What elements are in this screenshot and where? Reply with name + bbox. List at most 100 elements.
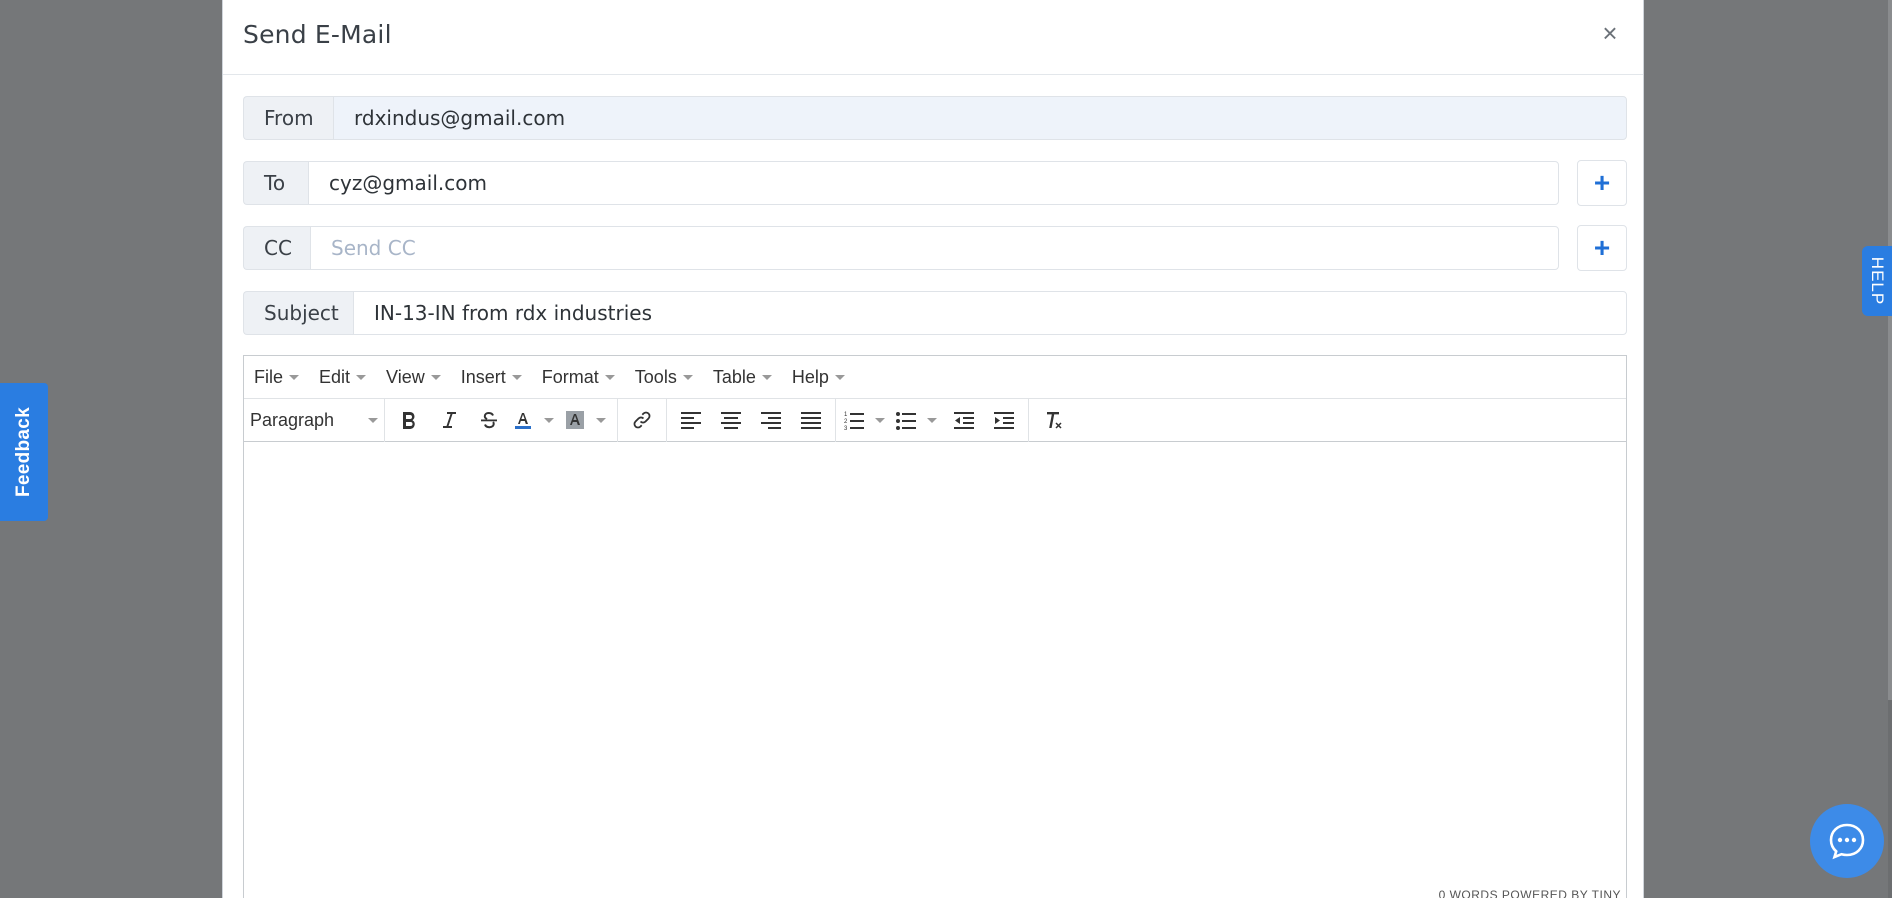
numbered-list-button[interactable]: 123	[843, 403, 889, 437]
scrollbar-thumb[interactable]	[1888, 0, 1892, 700]
text-color-icon	[515, 413, 531, 429]
subject-input[interactable]	[353, 291, 1627, 335]
editor-menubar: File Edit View Insert Format Tools Table…	[244, 356, 1626, 399]
modal-header: Send E-Mail ×	[223, 0, 1643, 75]
editor-toolbar: Paragraph 1 2 3	[244, 398, 1626, 442]
insert-link-button[interactable]	[625, 403, 659, 437]
from-label: From	[243, 96, 333, 140]
chevron-down-icon	[875, 417, 885, 423]
to-input[interactable]	[308, 161, 1559, 205]
menu-edit-label: Edit	[319, 366, 351, 387]
align-right-icon	[761, 412, 781, 429]
to-label: To	[243, 161, 308, 205]
list-group: 123	[836, 398, 1029, 442]
page-scrollbar[interactable]	[1888, 0, 1892, 898]
chat-bubble-icon	[1829, 823, 1865, 860]
clear-formatting-icon	[1047, 412, 1062, 429]
cc-row: CC	[243, 226, 1559, 270]
to-row: To	[243, 161, 1559, 205]
align-group	[667, 398, 836, 442]
chevron-down-icon	[289, 374, 300, 380]
cc-input[interactable]	[310, 226, 1559, 270]
editor-content-area[interactable]	[244, 442, 1626, 898]
chevron-down-icon	[682, 374, 693, 380]
strikethrough-button[interactable]	[472, 403, 506, 437]
align-right-button[interactable]	[754, 403, 788, 437]
from-row: From rdxindus@gmail.com	[243, 96, 1627, 140]
menu-insert-label: Insert	[460, 366, 506, 387]
menu-view[interactable]: View	[384, 365, 443, 390]
format-group: Paragraph	[244, 398, 385, 442]
menu-format[interactable]: Format	[540, 365, 617, 390]
rich-text-editor: File Edit View Insert Format Tools Table…	[243, 355, 1627, 898]
bold-button[interactable]	[392, 403, 426, 437]
chevron-down-icon	[430, 374, 441, 380]
outdent-button[interactable]	[947, 403, 981, 437]
menu-edit[interactable]: Edit	[317, 365, 368, 390]
svg-text:2: 2	[844, 419, 848, 425]
menu-file-label: File	[254, 366, 284, 387]
cc-label: CC	[243, 226, 310, 270]
highlight-color-icon	[566, 411, 584, 429]
menu-tools[interactable]: Tools	[633, 365, 695, 390]
chevron-down-icon	[834, 374, 845, 380]
chevron-down-icon	[761, 374, 772, 380]
feedback-label: Feedback	[13, 406, 34, 498]
svg-text:3: 3	[844, 426, 848, 431]
menu-table-label: Table	[712, 366, 756, 387]
text-style-group	[385, 398, 618, 442]
bold-icon	[403, 412, 415, 429]
indent-button[interactable]	[987, 403, 1021, 437]
align-left-icon	[681, 412, 701, 429]
clear-formatting-button[interactable]	[1036, 403, 1070, 437]
menu-tools-label: Tools	[634, 366, 677, 387]
feedback-tab[interactable]: Feedback	[0, 383, 48, 521]
menu-help-label: Help	[791, 366, 829, 387]
subject-label: Subject	[243, 291, 353, 335]
send-email-modal: Send E-Mail × From rdxindus@gmail.com To…	[222, 0, 1644, 898]
bullet-list-button[interactable]	[895, 403, 941, 437]
align-left-button[interactable]	[674, 403, 708, 437]
add-to-button[interactable]: +	[1577, 160, 1627, 206]
close-button[interactable]: ×	[1595, 18, 1625, 48]
chevron-down-icon	[368, 417, 378, 423]
menu-help[interactable]: Help	[790, 365, 847, 390]
strikethrough-icon	[481, 411, 497, 429]
editor-status-text: 0 WORDS POWERED BY TINY	[1438, 888, 1621, 898]
background-color-button[interactable]	[564, 403, 610, 437]
block-format-label: Paragraph	[250, 409, 335, 430]
subject-row: Subject	[243, 291, 1627, 335]
menu-table[interactable]: Table	[711, 365, 774, 390]
clear-format-group	[1029, 399, 1077, 442]
link-icon	[633, 411, 651, 429]
align-justify-button[interactable]	[794, 403, 828, 437]
menu-view-label: View	[386, 366, 425, 387]
chat-button[interactable]	[1810, 804, 1884, 878]
indent-icon	[994, 412, 1014, 429]
chevron-down-icon	[356, 374, 367, 380]
outdent-icon	[954, 412, 974, 429]
align-center-button[interactable]	[714, 403, 748, 437]
chevron-down-icon	[596, 417, 606, 423]
italic-button[interactable]	[432, 403, 466, 437]
block-format-select[interactable]: Paragraph	[244, 410, 384, 431]
menu-insert[interactable]: Insert	[459, 365, 524, 390]
chevron-down-icon	[604, 374, 615, 380]
chevron-down-icon	[927, 417, 937, 423]
from-field: rdxindus@gmail.com	[333, 96, 1627, 140]
help-tab[interactable]: HELP	[1862, 246, 1892, 316]
align-center-icon	[721, 412, 741, 429]
chevron-down-icon	[544, 417, 554, 423]
numbered-list-icon: 123	[844, 412, 864, 431]
menu-file[interactable]: File	[252, 365, 301, 390]
chevron-down-icon	[511, 374, 522, 380]
svg-text:1: 1	[844, 412, 848, 418]
help-label: HELP	[1868, 256, 1888, 306]
text-color-button[interactable]	[512, 403, 558, 437]
link-group	[618, 398, 667, 442]
add-cc-button[interactable]: +	[1577, 225, 1627, 271]
bullet-list-icon	[896, 412, 916, 430]
modal-title: Send E-Mail	[243, 20, 392, 49]
italic-icon	[443, 412, 456, 428]
align-justify-icon	[801, 412, 821, 429]
